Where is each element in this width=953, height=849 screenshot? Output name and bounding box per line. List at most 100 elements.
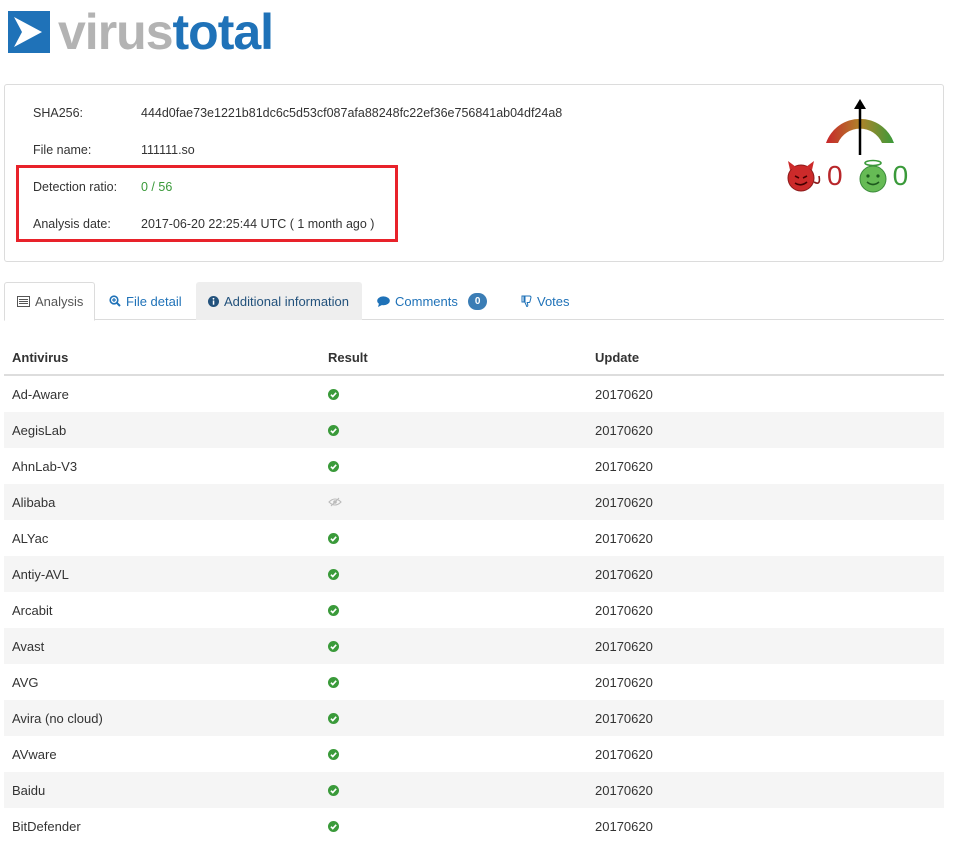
community-score-gauge-icon (820, 97, 900, 157)
tab-analysis-label: Analysis (35, 294, 84, 309)
check-circle-icon (328, 532, 339, 544)
file-info-panel: SHA256: 444d0fae73e1221b81dc6c5d53cf087a… (4, 84, 944, 262)
update-date: 20170620 (595, 566, 653, 582)
antivirus-name: ALYac (12, 530, 49, 546)
check-circle-icon (328, 568, 339, 580)
report-tabs: Analysis File detail Additional informat… (4, 282, 944, 321)
result-cell (320, 748, 588, 760)
table-row: AVG 20170620 (4, 664, 944, 700)
antivirus-name: Antiy-AVL (12, 566, 69, 582)
tab-comments-label: Comments (395, 293, 458, 309)
antivirus-name: Avast (12, 638, 45, 654)
table-row: AegisLab 20170620 (4, 412, 944, 448)
comment-icon (377, 295, 390, 307)
tab-votes-label: Votes (537, 293, 570, 309)
comments-count-badge: 0 (467, 292, 488, 310)
table-row: Avira (no cloud) 20170620 (4, 700, 944, 736)
update-date: 20170620 (595, 818, 653, 834)
harmless-votes-count: 0 (892, 160, 909, 191)
tab-comments[interactable]: Comments 0 (365, 282, 499, 320)
update-date: 20170620 (595, 638, 653, 654)
result-cell (320, 497, 588, 507)
antivirus-name: AegisLab (12, 422, 67, 438)
filename-row: File name: 111111.so (33, 140, 195, 160)
eye-slash-icon (328, 497, 342, 507)
sha256-label: SHA256: (33, 106, 84, 120)
thumbs-down-icon (521, 295, 532, 307)
antivirus-name: Ad-Aware (12, 386, 69, 402)
update-date: 20170620 (595, 458, 653, 474)
highlight-annotation-box (16, 165, 398, 242)
table-row: Antiy-AVL 20170620 (4, 556, 944, 592)
filename-label: File name: (33, 143, 92, 157)
result-cell (320, 784, 588, 796)
tab-additional-information-label: Additional information (224, 293, 350, 309)
check-circle-icon (328, 388, 339, 400)
result-cell (320, 568, 588, 580)
check-circle-icon (328, 604, 339, 616)
virustotal-logo[interactable]: virustotal (8, 7, 274, 57)
table-row: ALYac 20170620 (4, 520, 944, 556)
result-cell (320, 424, 588, 436)
community-votes: 0 0 (785, 159, 922, 193)
table-body: Ad-Aware 20170620 AegisLab 20170620 AhnLab-V… (4, 376, 944, 844)
check-circle-icon (328, 820, 339, 832)
list-icon (17, 296, 30, 307)
table-row: AhnLab-V3 20170620 (4, 448, 944, 484)
malicious-votes-count: 0 (827, 160, 843, 191)
update-date: 20170620 (595, 494, 653, 510)
angel-icon (859, 159, 887, 193)
column-header-antivirus[interactable]: Antivirus (4, 350, 320, 365)
check-circle-icon (328, 748, 339, 760)
info-circle-icon (208, 295, 219, 307)
update-date: 20170620 (595, 674, 653, 690)
result-cell (320, 640, 588, 652)
antivirus-name: Alibaba (12, 494, 56, 510)
antivirus-name: AVG (12, 674, 39, 690)
logo-arrow-icon (8, 11, 50, 53)
table-row: AVware 20170620 (4, 736, 944, 772)
devil-icon (787, 161, 821, 192)
tab-votes[interactable]: Votes (509, 282, 582, 320)
tab-analysis[interactable]: Analysis (4, 282, 95, 321)
filename-value: 111111.so (141, 143, 195, 157)
check-circle-icon (328, 460, 339, 472)
tab-additional-information[interactable]: Additional information (196, 282, 362, 320)
antivirus-results-table: Antivirus Result Update Ad-Aware 20170620… (4, 340, 944, 844)
table-row: Alibaba 20170620 (4, 484, 944, 520)
antivirus-name: AhnLab-V3 (12, 458, 78, 474)
check-circle-icon (328, 676, 339, 688)
tab-file-detail[interactable]: File detail (97, 282, 194, 320)
check-circle-icon (328, 784, 339, 796)
table-row: Avast 20170620 (4, 628, 944, 664)
update-date: 20170620 (595, 782, 653, 798)
result-cell (320, 676, 588, 688)
antivirus-name: Avira (no cloud) (12, 710, 103, 726)
logo-wordmark: virustotal (58, 7, 274, 57)
logo-word-total: total (172, 4, 275, 60)
antivirus-name: BitDefender (12, 818, 81, 834)
table-row: Arcabit 20170620 (4, 592, 944, 628)
result-cell (320, 460, 588, 472)
check-circle-icon (328, 640, 339, 652)
antivirus-name: Baidu (12, 782, 46, 798)
result-cell (320, 532, 588, 544)
tab-file-detail-label: File detail (126, 293, 182, 309)
update-date: 20170620 (595, 422, 653, 438)
update-date: 20170620 (595, 710, 653, 726)
column-header-result[interactable]: Result (320, 350, 588, 365)
table-row: BitDefender 20170620 (4, 808, 944, 844)
column-header-update[interactable]: Update (588, 350, 639, 365)
update-date: 20170620 (595, 746, 653, 762)
update-date: 20170620 (595, 602, 653, 618)
logo-word-virus: virus (58, 4, 174, 60)
update-date: 20170620 (595, 386, 653, 402)
table-row: Baidu 20170620 (4, 772, 944, 808)
table-row: Ad-Aware 20170620 (4, 376, 944, 412)
sha256-value: 444d0fae73e1221b81dc6c5d53cf087afa88248f… (141, 106, 563, 120)
check-circle-icon (328, 424, 339, 436)
check-circle-icon (328, 712, 339, 724)
result-cell (320, 604, 588, 616)
result-cell (320, 388, 588, 400)
result-cell (320, 712, 588, 724)
